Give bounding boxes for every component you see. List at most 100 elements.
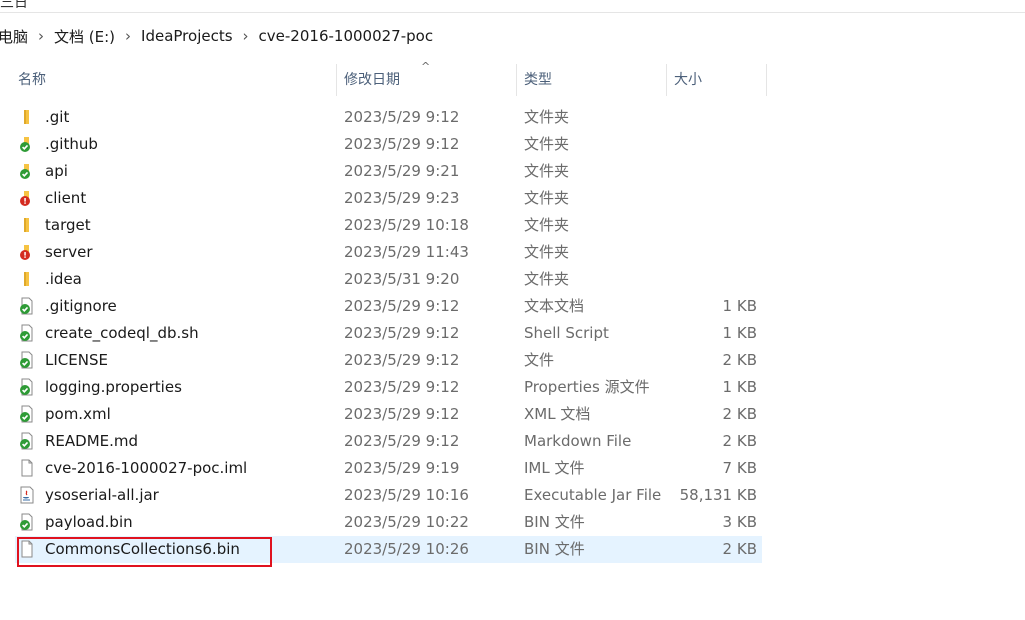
file-size: 7 KB bbox=[722, 459, 757, 477]
file-synced-icon bbox=[18, 378, 36, 396]
file-row[interactable]: payload.bin 2023/5/29 10:22 BIN 文件 3 KB bbox=[15, 509, 762, 536]
file-date: 2023/5/29 9:12 bbox=[344, 351, 460, 369]
file-synced-icon bbox=[18, 324, 36, 342]
breadcrumb-chevron-icon[interactable]: › bbox=[119, 27, 137, 45]
file-type: 文件夹 bbox=[524, 108, 570, 126]
file-name: cve-2016-1000027-poc.iml bbox=[45, 459, 248, 477]
file-size bbox=[665, 104, 757, 131]
file-type: 文件夹 bbox=[524, 162, 570, 180]
file-name: server bbox=[45, 243, 93, 261]
breadcrumb-item-pc[interactable]: 电脑 bbox=[0, 26, 32, 47]
file-size: 3 KB bbox=[722, 513, 757, 531]
file-type: 文件夹 bbox=[524, 135, 570, 153]
file-type: Shell Script bbox=[524, 324, 609, 342]
file-name: target bbox=[45, 216, 91, 234]
file-date: 2023/5/29 9:12 bbox=[344, 135, 460, 153]
folder-error-icon bbox=[18, 189, 36, 207]
file-icon bbox=[18, 459, 36, 477]
breadcrumb-chevron-icon[interactable]: › bbox=[237, 27, 255, 45]
column-header-size-label: 大小 bbox=[674, 72, 702, 88]
folder-error-icon bbox=[18, 243, 36, 261]
file-date: 2023/5/29 9:12 bbox=[344, 432, 460, 450]
file-row[interactable]: .idea 2023/5/31 9:20 文件夹 bbox=[15, 266, 762, 293]
breadcrumb-item-current-folder[interactable]: cve-2016-1000027-poc bbox=[255, 27, 438, 45]
file-type: Properties 源文件 bbox=[524, 378, 650, 396]
file-row[interactable]: target 2023/5/29 10:18 文件夹 bbox=[15, 212, 762, 239]
file-size: 1 KB bbox=[722, 324, 757, 342]
file-type: 文件夹 bbox=[524, 189, 570, 207]
file-type: XML 文档 bbox=[524, 405, 591, 423]
file-date: 2023/5/29 10:16 bbox=[344, 486, 469, 504]
file-size bbox=[665, 131, 757, 158]
breadcrumb-item-drive[interactable]: 文档 (E:) bbox=[50, 26, 119, 47]
file-type: 文件夹 bbox=[524, 270, 570, 288]
file-size bbox=[665, 239, 757, 266]
file-date: 2023/5/29 10:18 bbox=[344, 216, 469, 234]
file-type: IML 文件 bbox=[524, 459, 585, 477]
file-date: 2023/5/29 10:22 bbox=[344, 513, 469, 531]
folder-synced-icon bbox=[18, 162, 36, 180]
file-name: README.md bbox=[45, 432, 139, 450]
file-size: 2 KB bbox=[722, 351, 757, 369]
file-row[interactable]: create_codeql_db.sh 2023/5/29 9:12 Shell S… bbox=[15, 320, 762, 347]
folder-icon bbox=[18, 216, 36, 234]
file-row[interactable]: LICENSE 2023/5/29 9:12 文件 2 KB bbox=[15, 347, 762, 374]
file-name: LICENSE bbox=[45, 351, 108, 369]
column-header-size[interactable]: 大小 bbox=[674, 60, 766, 98]
column-divider[interactable] bbox=[666, 64, 667, 96]
window-top-strip: 三日 bbox=[0, 0, 1025, 13]
file-date: 2023/5/29 9:12 bbox=[344, 297, 460, 315]
file-type: Executable Jar File bbox=[524, 486, 662, 504]
file-size: 2 KB bbox=[722, 540, 757, 558]
file-row[interactable]: logging.properties 2023/5/29 9:12 Properti… bbox=[15, 374, 762, 401]
breadcrumb: 电脑 › 文档 (E:) › IdeaProjects › cve-2016-1… bbox=[0, 20, 1025, 52]
column-header-type[interactable]: 类型 bbox=[524, 60, 666, 98]
folder-icon bbox=[18, 270, 36, 288]
column-divider[interactable] bbox=[516, 64, 517, 96]
file-size bbox=[665, 266, 757, 293]
file-name: payload.bin bbox=[45, 513, 133, 531]
file-row[interactable]: client 2023/5/29 9:23 文件夹 bbox=[15, 185, 762, 212]
breadcrumb-chevron-icon[interactable]: › bbox=[32, 27, 50, 45]
file-row[interactable]: server 2023/5/29 11:43 文件夹 bbox=[15, 239, 762, 266]
file-synced-icon bbox=[18, 351, 36, 369]
file-row[interactable]: .git 2023/5/29 9:12 文件夹 bbox=[15, 104, 762, 131]
file-row[interactable]: cve-2016-1000027-poc.iml 2023/5/29 9:19 IM… bbox=[15, 455, 762, 482]
file-type: BIN 文件 bbox=[524, 540, 585, 558]
column-divider[interactable] bbox=[336, 64, 337, 96]
file-synced-icon bbox=[18, 405, 36, 423]
breadcrumb-item-ideaprojects[interactable]: IdeaProjects bbox=[137, 27, 237, 45]
file-row[interactable]: pom.xml 2023/5/29 9:12 XML 文档 2 KB bbox=[15, 401, 762, 428]
file-date: 2023/5/29 11:43 bbox=[344, 243, 469, 261]
column-divider[interactable] bbox=[766, 64, 767, 96]
file-row[interactable]: ysoserial-all.jar 2023/5/29 10:16 Executab… bbox=[15, 482, 762, 509]
red-highlight-box bbox=[17, 537, 272, 567]
file-row[interactable]: .github 2023/5/29 9:12 文件夹 bbox=[15, 131, 762, 158]
file-type: BIN 文件 bbox=[524, 513, 585, 531]
column-header-name-label: 名称 bbox=[18, 72, 46, 88]
folder-synced-icon bbox=[18, 135, 36, 153]
file-name: create_codeql_db.sh bbox=[45, 324, 199, 342]
toolbar-cut-text: 三日 bbox=[0, 0, 28, 11]
file-row[interactable]: api 2023/5/29 9:21 文件夹 bbox=[15, 158, 762, 185]
file-date: 2023/5/29 9:21 bbox=[344, 162, 460, 180]
file-size: 1 KB bbox=[722, 297, 757, 315]
file-row[interactable]: README.md 2023/5/29 9:12 Markdown File 2 KB bbox=[15, 428, 762, 455]
file-type: Markdown File bbox=[524, 432, 632, 450]
file-name: client bbox=[45, 189, 87, 207]
file-type: 文件 bbox=[524, 351, 555, 369]
folder-icon bbox=[18, 108, 36, 126]
file-row[interactable]: .gitignore 2023/5/29 9:12 文本文档 1 KB bbox=[15, 293, 762, 320]
file-date: 2023/5/29 9:12 bbox=[344, 324, 460, 342]
file-date: 2023/5/29 9:12 bbox=[344, 405, 460, 423]
file-synced-icon bbox=[18, 513, 36, 531]
file-name: ysoserial-all.jar bbox=[45, 486, 159, 504]
file-name: .idea bbox=[45, 270, 82, 288]
column-header-name[interactable]: 名称 bbox=[18, 60, 336, 98]
file-type: 文件夹 bbox=[524, 216, 570, 234]
file-name: .git bbox=[45, 108, 70, 126]
file-size bbox=[665, 212, 757, 239]
sort-ascending-icon: ^ bbox=[421, 60, 431, 73]
file-name: .gitignore bbox=[45, 297, 117, 315]
file-size bbox=[665, 158, 757, 185]
